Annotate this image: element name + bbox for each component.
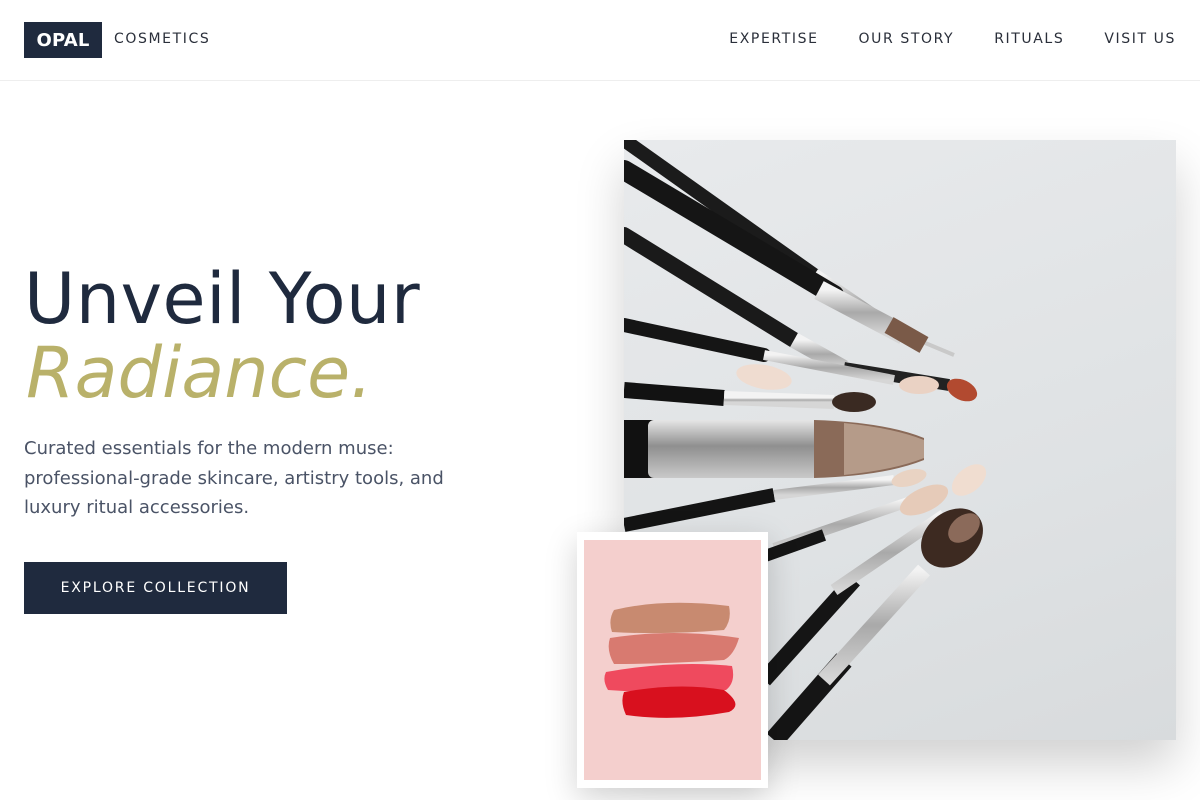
hero-headline-accent: Radiance.: [26, 332, 373, 414]
brush-6: [624, 420, 924, 478]
nav-item-rituals[interactable]: RITUALS: [994, 31, 1064, 47]
main-nav: EXPERTISE OUR STORY RITUALS VISIT US: [729, 31, 1176, 47]
nav-item-our-story[interactable]: OUR STORY: [859, 31, 955, 47]
explore-collection-button[interactable]: EXPLORE COLLECTION: [24, 562, 287, 614]
nav-item-expertise[interactable]: EXPERTISE: [729, 31, 818, 47]
brush-5: [624, 382, 876, 412]
swatches-illustration: [604, 602, 739, 718]
inset-image-frame: [577, 532, 768, 788]
hero-headline: Unveil Your: [24, 258, 421, 340]
site-header: OPAL COSMETICS EXPERTISE OUR STORY RITUA…: [0, 0, 1200, 81]
nav-item-visit-us[interactable]: VISIT US: [1104, 31, 1176, 47]
logo-text: OPAL: [36, 29, 90, 51]
hero-description: Curated essentials for the modern muse: …: [24, 438, 444, 518]
brand-logo[interactable]: OPAL: [24, 22, 102, 58]
lipstick-swatches-image: [584, 540, 761, 780]
brand-name[interactable]: COSMETICS: [114, 31, 210, 47]
brush-1: [624, 140, 955, 357]
